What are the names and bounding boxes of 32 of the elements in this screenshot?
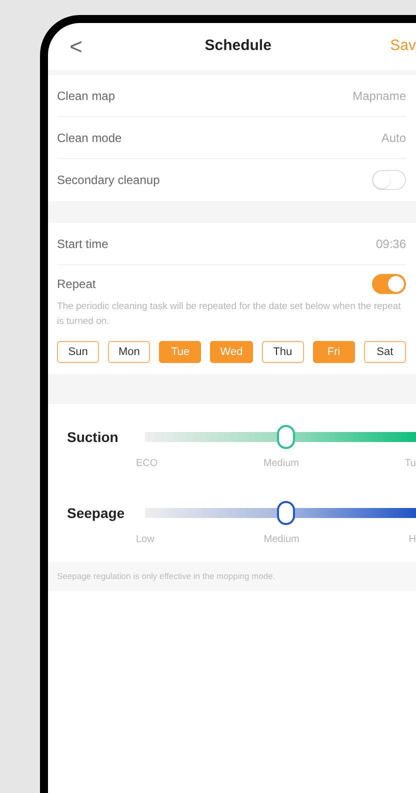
footnote: Seepage regulation is only effective in the mopping mode. <box>57 570 276 583</box>
toggle-switch[interactable] <box>372 170 406 190</box>
day-button[interactable]: Sat <box>364 341 406 363</box>
day-button[interactable]: Sun <box>57 341 100 363</box>
repeat-description: The periodic cleaning task will be repeated for the date set below when the repeat is turned on. <box>57 300 402 329</box>
day-button[interactable]: Thu <box>262 341 304 363</box>
slider-tick-label: Low <box>136 533 154 547</box>
setting-label: Repeat <box>57 276 96 293</box>
slider-tick-label: Medium <box>263 457 299 471</box>
setting-value[interactable]: Auto <box>381 128 406 146</box>
start-time-value[interactable]: 09:36 <box>376 234 406 252</box>
toggle-switch[interactable] <box>372 274 406 294</box>
slider-tick-label: Tu <box>404 457 416 471</box>
save-button[interactable]: Sav <box>390 35 416 58</box>
setting-label: Clean map <box>57 88 116 104</box>
slider-label: Seepage <box>67 504 126 523</box>
setting-label: Secondary cleanup <box>57 172 160 189</box>
day-button[interactable]: Wed <box>210 341 253 363</box>
slider-tick-label: Medium <box>264 533 300 547</box>
slider-thumb[interactable] <box>276 425 295 449</box>
setting-label: Start time <box>57 236 108 252</box>
back-button[interactable]: < <box>66 30 86 63</box>
slider-label: Suction <box>67 428 120 446</box>
day-button[interactable]: Tue <box>159 341 202 363</box>
day-button[interactable]: Mon <box>108 341 150 363</box>
day-button[interactable]: Fri <box>312 341 355 363</box>
slider-thumb[interactable] <box>276 501 295 525</box>
setting-label: Clean mode <box>57 130 122 146</box>
setting-value[interactable]: Mapname <box>352 86 406 104</box>
screen-title: Schedule <box>204 36 272 56</box>
slider-tick-label: ECO <box>136 457 158 471</box>
slider-tick-label: H <box>408 533 416 547</box>
